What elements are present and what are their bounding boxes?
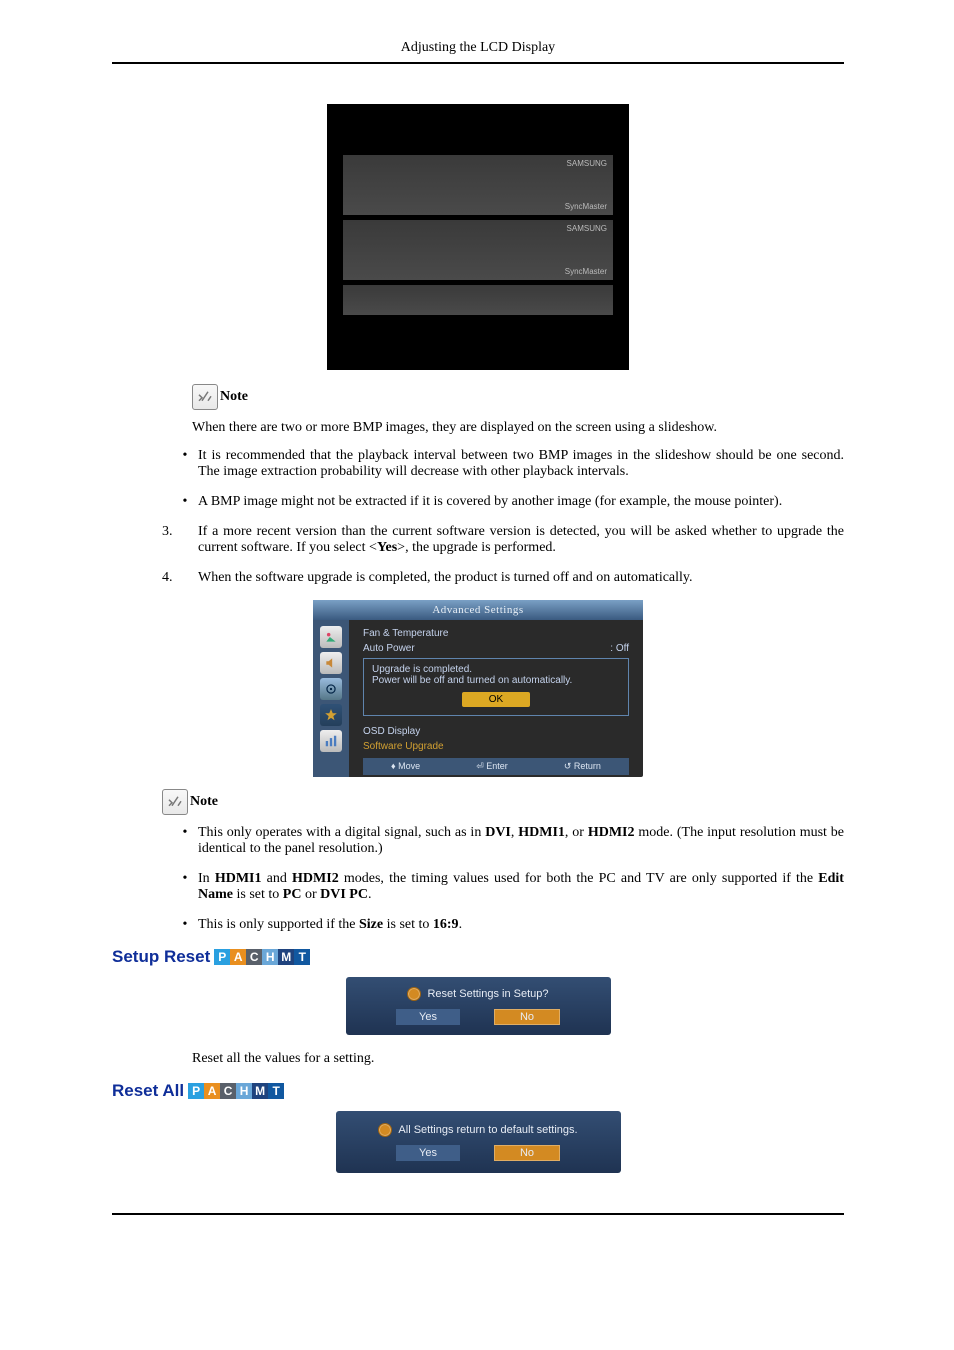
list-item: It is recommended that the playback inte… (198, 448, 844, 480)
header-rule (112, 62, 844, 64)
osd-title: Advanced Settings (313, 600, 643, 620)
mode-h-icon: H (236, 1083, 252, 1099)
bullet-list-b: • This only operates with a digital sign… (172, 825, 844, 933)
osd-move-hint: ♦ Move (391, 761, 420, 772)
mode-h-icon: H (262, 949, 278, 965)
osd-autopower-value: : Off (610, 643, 629, 654)
list-item: This only operates with a digital signal… (198, 825, 844, 857)
mode-c-icon: C (246, 949, 262, 965)
osd-ok-button[interactable]: OK (462, 692, 530, 707)
numbered-list: 3. If a more recent version than the cur… (162, 524, 844, 586)
osd-upgrade-msg2: Power will be off and turned on automati… (372, 675, 620, 686)
osd-setup-icon (320, 678, 342, 700)
no-button[interactable]: No (494, 1145, 560, 1161)
list-item: This is only supported if the Size is se… (198, 917, 462, 933)
section-setup-reset: Setup Reset P A C H M T (112, 947, 844, 967)
reset-all-dialog: All Settings return to default settings.… (336, 1111, 621, 1173)
osd-upgrade-msg1: Upgrade is completed. (372, 664, 620, 675)
dialog-title: All Settings return to default settings. (398, 1124, 577, 1136)
mode-a-icon: A (204, 1083, 220, 1099)
osd-enter-hint: ⏎ Enter (476, 761, 508, 772)
osd-picture-icon (320, 626, 342, 648)
osd-fan-label: Fan & Temperature (363, 628, 448, 639)
mode-strip: P A C H M T (214, 949, 310, 965)
list-item: In HDMI1 and HDMI2 modes, the timing val… (198, 871, 844, 903)
mode-t-icon: T (268, 1083, 284, 1099)
note-label: Note (220, 389, 248, 405)
section-reset-all: Reset All P A C H M T (112, 1081, 844, 1101)
no-button[interactable]: No (494, 1009, 560, 1025)
osd-autopower-label: Auto Power (363, 643, 415, 654)
osd-multi-icon (320, 704, 342, 726)
info-icon (407, 987, 421, 1001)
mode-t-icon: T (294, 949, 310, 965)
slideshow-description: When there are two or more BMP images, t… (192, 420, 844, 436)
info-icon (378, 1123, 392, 1137)
list-number: 4. (162, 570, 198, 586)
slideshow-screenshot: SAMSUNGSyncMaster SAMSUNGSyncMaster (327, 104, 629, 370)
mode-p-icon: P (214, 949, 230, 965)
note-label: Note (190, 794, 218, 810)
footer-rule (112, 1213, 844, 1215)
osd-screenshot: Advanced Settings Fan & Temperature Auto… (313, 600, 643, 777)
mode-a-icon: A (230, 949, 246, 965)
list-item: A BMP image might not be extracted if it… (198, 494, 782, 510)
list-item: When the software upgrade is completed, … (198, 570, 693, 586)
yes-button[interactable]: Yes (396, 1145, 460, 1161)
osd-osd-display-label: OSD Display (363, 726, 629, 737)
osd-software-upgrade-label: Software Upgrade (363, 741, 629, 752)
mode-m-icon: M (278, 949, 294, 965)
page-header-title: Adjusting the LCD Display (112, 40, 844, 62)
osd-sound-icon (320, 652, 342, 674)
reset-description: Reset all the values for a setting. (192, 1051, 844, 1067)
yes-button[interactable]: Yes (396, 1009, 460, 1025)
bullet-list-a: •It is recommended that the playback int… (172, 448, 844, 510)
mode-strip: P A C H M T (188, 1083, 284, 1099)
mode-m-icon: M (252, 1083, 268, 1099)
note-icon (162, 789, 188, 815)
dialog-title: Reset Settings in Setup? (427, 988, 548, 1000)
reset-setup-dialog: Reset Settings in Setup? Yes No (346, 977, 611, 1035)
osd-return-hint: ↺ Return (564, 761, 601, 772)
list-item: If a more recent version than the curren… (198, 524, 844, 556)
list-number: 3. (162, 524, 198, 556)
note-icon (192, 384, 218, 410)
osd-info-icon (320, 730, 342, 752)
mode-p-icon: P (188, 1083, 204, 1099)
mode-c-icon: C (220, 1083, 236, 1099)
